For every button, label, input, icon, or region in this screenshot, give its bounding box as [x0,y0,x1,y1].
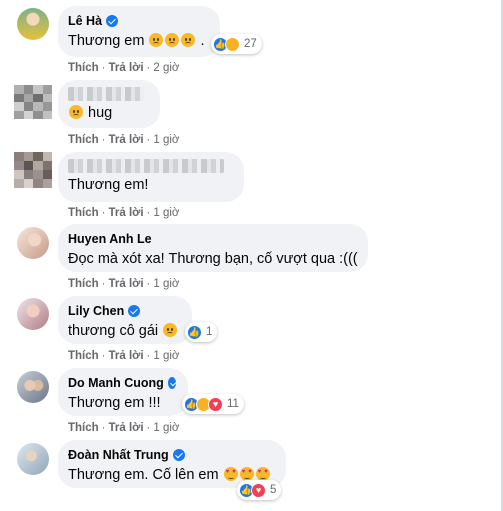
reply-link[interactable]: Trả lời [109,134,144,146]
verified-badge-icon [128,305,141,317]
reaction-summary[interactable]: 👍 ♥ 5 [237,480,282,500]
like-link[interactable]: Thích [68,422,99,434]
comment-text: thương cô gái [68,321,180,341]
sad-emoji-icon [149,33,164,47]
like-link[interactable]: Thích [68,207,99,219]
reaction-count: 11 [227,398,239,410]
reaction-summary[interactable]: 👍 27 [211,34,262,54]
comment-bubble: Huyen Anh Le Đọc mà xót xa! Thương bạn, … [58,224,368,272]
verified-badge-icon [167,377,176,389]
avatar[interactable] [14,152,52,188]
smiling-hearts-emoji-icon [255,467,270,481]
avatar[interactable] [17,227,49,259]
timestamp[interactable]: 1 giờ [153,422,179,434]
reaction-count: 5 [270,484,277,496]
verified-badge-icon [106,15,119,27]
comment-actions: Thích · Trả lời · 1 giờ [68,207,180,219]
timestamp[interactable]: 1 giờ [153,134,179,146]
reply-link[interactable]: Trả lời [109,62,144,74]
commenter-name[interactable]: Do Manh Cuong [68,375,164,391]
reaction-count: 1 [206,326,213,338]
timestamp[interactable]: 1 giờ [153,278,179,290]
comment-text: Thương em! [68,177,149,193]
like-link[interactable]: Thích [68,62,99,74]
commenter-name[interactable]: Lily Chen [68,303,124,319]
love-reaction-icon: ♥ [208,396,223,412]
timestamp[interactable]: 2 giờ [153,62,179,74]
comment-text: hug [68,103,148,123]
comment-text: Đọc mà xót xa! Thương bạn, cố vượt qua :… [68,251,358,267]
comment-bubble: Do Manh Cuong Thương em !!! [58,368,188,416]
commenter-name[interactable]: Đoàn Nhất Trung [68,447,169,463]
comment-text: Thương em !!! [68,395,161,411]
reaction-summary[interactable]: 👍 ♥ 11 [182,394,244,414]
reply-link[interactable]: Trả lời [109,278,144,290]
comment-actions: Thích · Trả lời · 1 giờ [68,278,180,290]
avatar[interactable] [17,298,49,330]
comment-bubble: Thương em! [58,152,244,202]
timestamp[interactable]: 1 giờ [153,207,179,219]
avatar[interactable] [14,85,52,119]
comment-actions: Thích · Trả lời · 1 giờ [68,422,180,434]
timestamp[interactable]: 1 giờ [153,350,179,362]
reaction-count: 27 [244,38,257,50]
comment-text: Thương em . [68,33,205,49]
reaction-summary[interactable]: 👍 1 [185,322,218,342]
sad-emoji-icon [163,323,178,337]
love-reaction-icon: ♥ [251,482,266,498]
comment-bubble: Lê Hà Thương em . [58,6,220,57]
comment-actions: Thích · Trả lời · 1 giờ [68,134,180,146]
comment-bubble: Lily Chen thương cô gái [58,296,192,344]
verified-badge-icon [172,449,185,461]
avatar[interactable] [17,371,49,403]
like-link[interactable]: Thích [68,350,99,362]
avatar[interactable] [17,443,49,475]
comment-bubble: hug [58,80,160,128]
comment-actions: Thích · Trả lời · 1 giờ [68,350,180,362]
sad-emoji-icon [69,105,83,119]
reply-link[interactable]: Trả lời [109,207,144,219]
care-reaction-icon [225,36,240,52]
sad-emoji-icon [165,33,180,47]
like-link[interactable]: Thích [68,278,99,290]
avatar[interactable] [17,8,49,40]
reply-link[interactable]: Trả lời [109,350,144,362]
like-link[interactable]: Thích [68,134,99,146]
like-reaction-icon: 👍 [187,324,202,340]
reply-link[interactable]: Trả lời [109,422,144,434]
blurred-name [68,87,144,101]
commenter-name[interactable]: Huyen Anh Le [68,231,152,247]
blurred-name [68,159,224,173]
commenter-name[interactable]: Lê Hà [68,13,102,29]
comment-actions: Thích · Trả lời · 2 giờ [68,62,180,74]
smiling-hearts-emoji-icon [239,467,254,481]
sad-emoji-icon [181,33,196,47]
smiling-hearts-emoji-icon [223,467,238,481]
